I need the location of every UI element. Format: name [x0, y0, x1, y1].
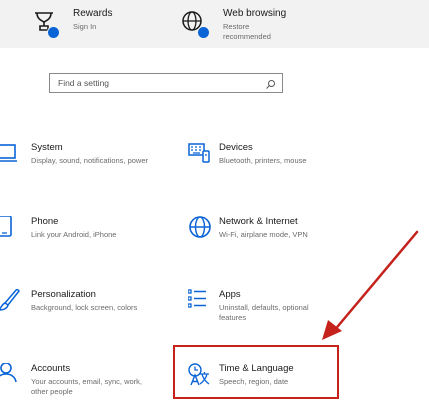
time-language-icon	[188, 363, 212, 387]
tile-apps-subtitle: Uninstall, defaults, optional features	[219, 303, 309, 322]
annotation-arrow	[322, 230, 419, 340]
tile-phone[interactable]: Phone Link your Android, iPhone	[0, 215, 160, 260]
tile-accounts-title: Accounts	[31, 363, 71, 374]
tile-personalization-subtitle: Background, lock screen, colors	[31, 303, 138, 312]
tile-system-subtitle: Display, sound, notifications, power	[31, 156, 149, 165]
laptop-icon	[0, 142, 24, 166]
tile-time-language-title: Time & Language	[219, 363, 294, 374]
web-browsing-subtitle: Restore recommended	[223, 22, 271, 41]
tile-personalization[interactable]: Personalization Background, lock screen,…	[0, 287, 160, 333]
tile-system-title: System	[31, 142, 63, 153]
tile-time-language[interactable]: Time & Language Speech, region, date	[188, 363, 348, 404]
tile-apps-title: Apps	[219, 289, 241, 300]
search-icon[interactable]	[265, 77, 276, 89]
tile-apps[interactable]: Apps Uninstall, defaults, optional featu…	[187, 289, 348, 333]
tile-devices-title: Devices	[219, 142, 253, 153]
search-box[interactable]	[49, 73, 283, 93]
tile-system[interactable]: System Display, sound, notifications, po…	[0, 142, 160, 186]
tile-personalization-title: Personalization	[31, 289, 96, 300]
notification-badge	[47, 26, 60, 39]
notification-badge	[197, 26, 210, 39]
rewards-subtitle: Sign In	[73, 22, 97, 31]
globe-icon	[188, 216, 212, 240]
tile-network-internet-subtitle: Wi-Fi, airplane mode, VPN	[219, 230, 308, 239]
tile-accounts-subtitle: Your accounts, email, sync, work, other …	[31, 377, 143, 396]
tile-devices-subtitle: Bluetooth, printers, mouse	[219, 156, 307, 165]
keyboard-icon	[188, 142, 212, 166]
phone-icon	[0, 215, 24, 240]
globe-icon	[180, 9, 210, 39]
tile-time-language-subtitle: Speech, region, date	[219, 377, 289, 386]
top-bar: Rewards Sign In Web browsing Restore rec…	[0, 0, 429, 48]
rewards-title: Rewards	[73, 8, 113, 19]
tile-network-internet-title: Network & Internet	[219, 216, 298, 227]
web-browsing-title: Web browsing	[223, 8, 287, 19]
tile-accounts[interactable]: Accounts Your accounts, email, sync, wor…	[0, 362, 160, 404]
tile-network-internet[interactable]: Network & Internet Wi-Fi, airplane mode,…	[188, 216, 348, 260]
paintbrush-icon	[0, 287, 24, 313]
tile-phone-subtitle: Link your Android, iPhone	[31, 230, 117, 239]
person-icon	[0, 362, 24, 387]
apps-list-icon	[187, 289, 212, 313]
search-input[interactable]	[58, 77, 258, 89]
tile-phone-title: Phone	[31, 216, 59, 227]
rewards-trophy-icon	[30, 9, 60, 39]
tile-devices[interactable]: Devices Bluetooth, printers, mouse	[188, 142, 348, 186]
